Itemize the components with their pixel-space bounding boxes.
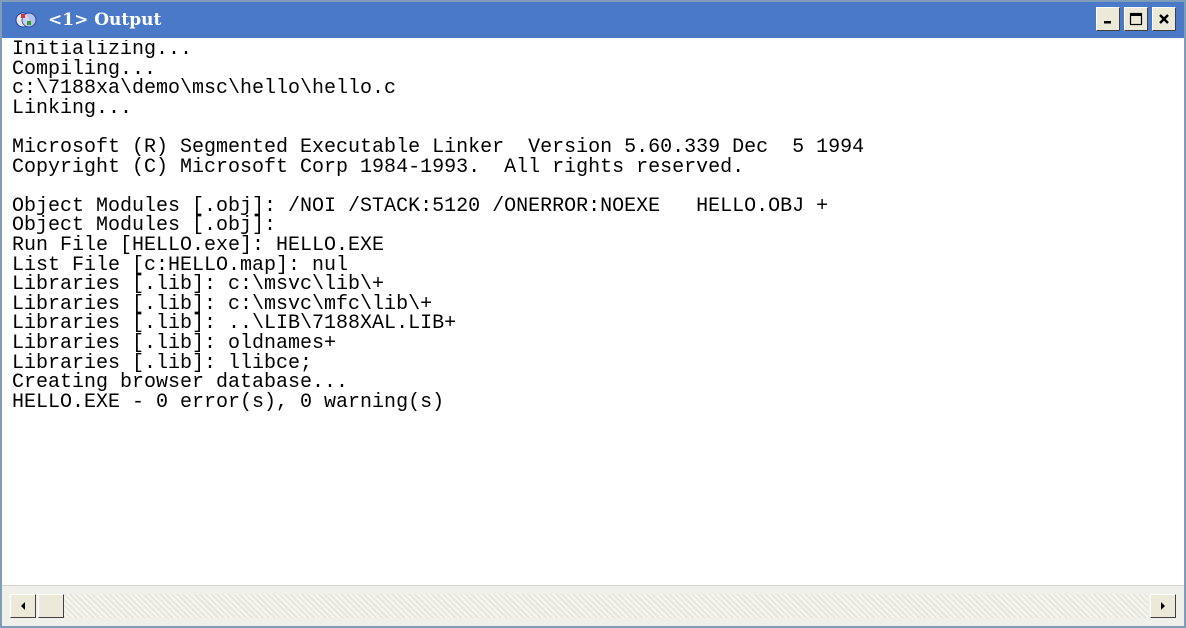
window-controls [1096,7,1176,31]
output-line: Copyright (C) Microsoft Corp 1984-1993. … [12,155,745,179]
minimize-icon [1104,21,1111,24]
close-button[interactable] [1152,7,1176,31]
arrow-right-icon [1161,602,1165,610]
output-line: Microsoft (R) Segmented Executable Linke… [12,135,865,159]
scroll-right-button[interactable] [1150,594,1176,618]
output-line: Run File [HELLO.exe]: HELLO.EXE [12,233,385,257]
output-window: <1> Output Initializing... Compiling... … [0,0,1186,628]
maximize-icon [1129,12,1143,26]
output-line: Libraries [.lib]: c:\msvc\lib\+ [12,273,385,297]
scroll-left-button[interactable] [10,594,36,618]
output-line: Creating browser database... [12,371,349,395]
output-line: Initializing... [12,40,193,61]
maximize-button[interactable] [1124,7,1148,31]
output-line: Libraries [.lib]: ..\LIB\7188XAL.LIB+ [12,312,457,336]
close-icon [1159,14,1169,24]
window-title: <1> Output [48,10,162,30]
title-bar[interactable]: <1> Output [2,2,1184,38]
output-text-area[interactable]: Initializing... Compiling... c:\7188xa\d… [12,40,1178,584]
output-line: Linking... [12,96,133,120]
scroll-track[interactable] [64,594,1148,618]
arrow-left-icon [21,602,25,610]
minimize-button[interactable] [1096,7,1120,31]
scroll-thumb[interactable] [38,594,64,618]
output-line: HELLO.EXE - 0 error(s), 0 warning(s) [12,390,445,414]
output-line: Libraries [.lib]: oldnames+ [12,331,337,355]
horizontal-scrollbar[interactable] [2,585,1184,626]
output-line: Object Modules [.obj]: [12,214,277,238]
devstudio-app-icon[interactable] [14,8,38,32]
output-line: c:\7188xa\demo\msc\hello\hello.c [12,77,397,101]
